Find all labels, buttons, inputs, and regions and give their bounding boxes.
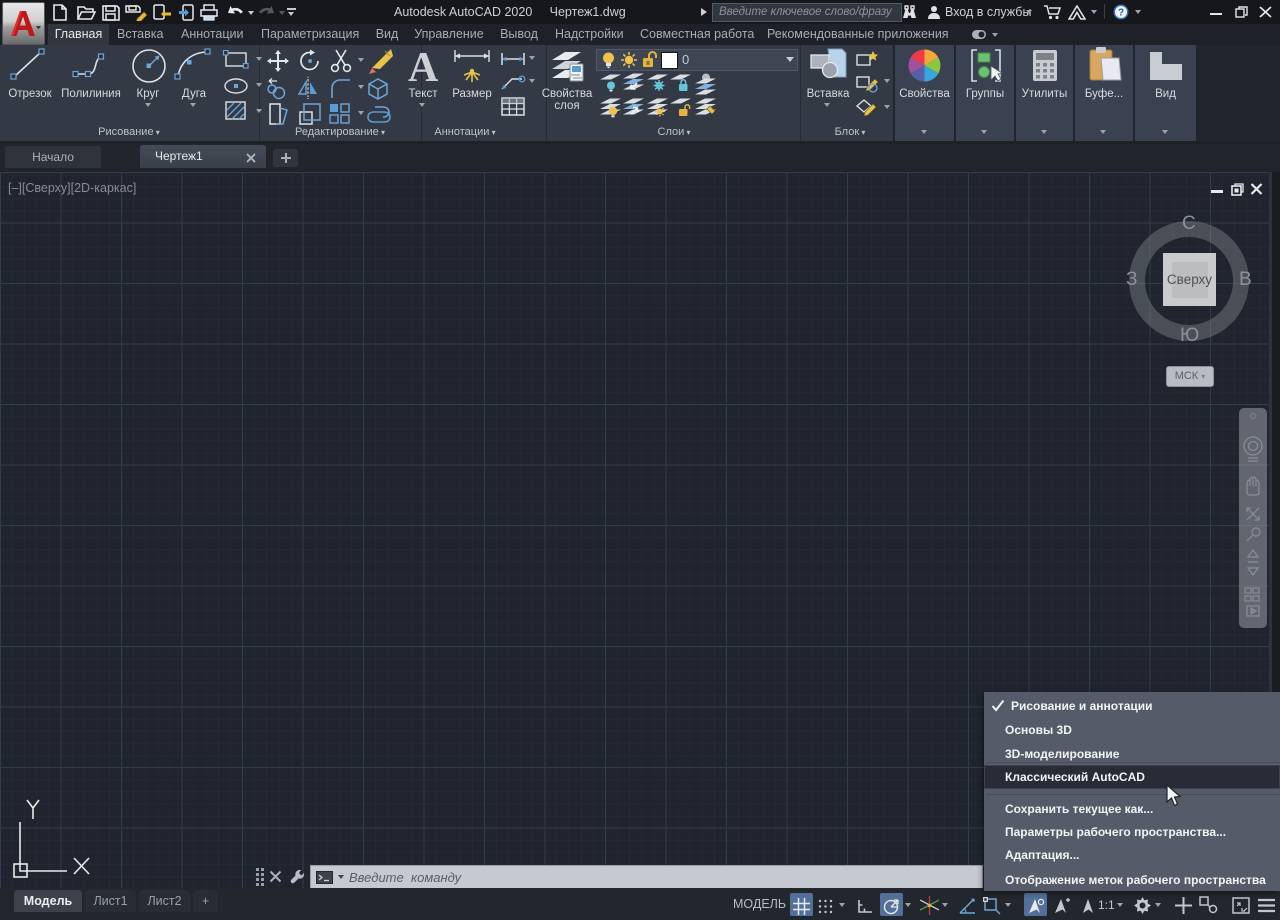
svg-text:?: ? (1118, 8, 1124, 19)
